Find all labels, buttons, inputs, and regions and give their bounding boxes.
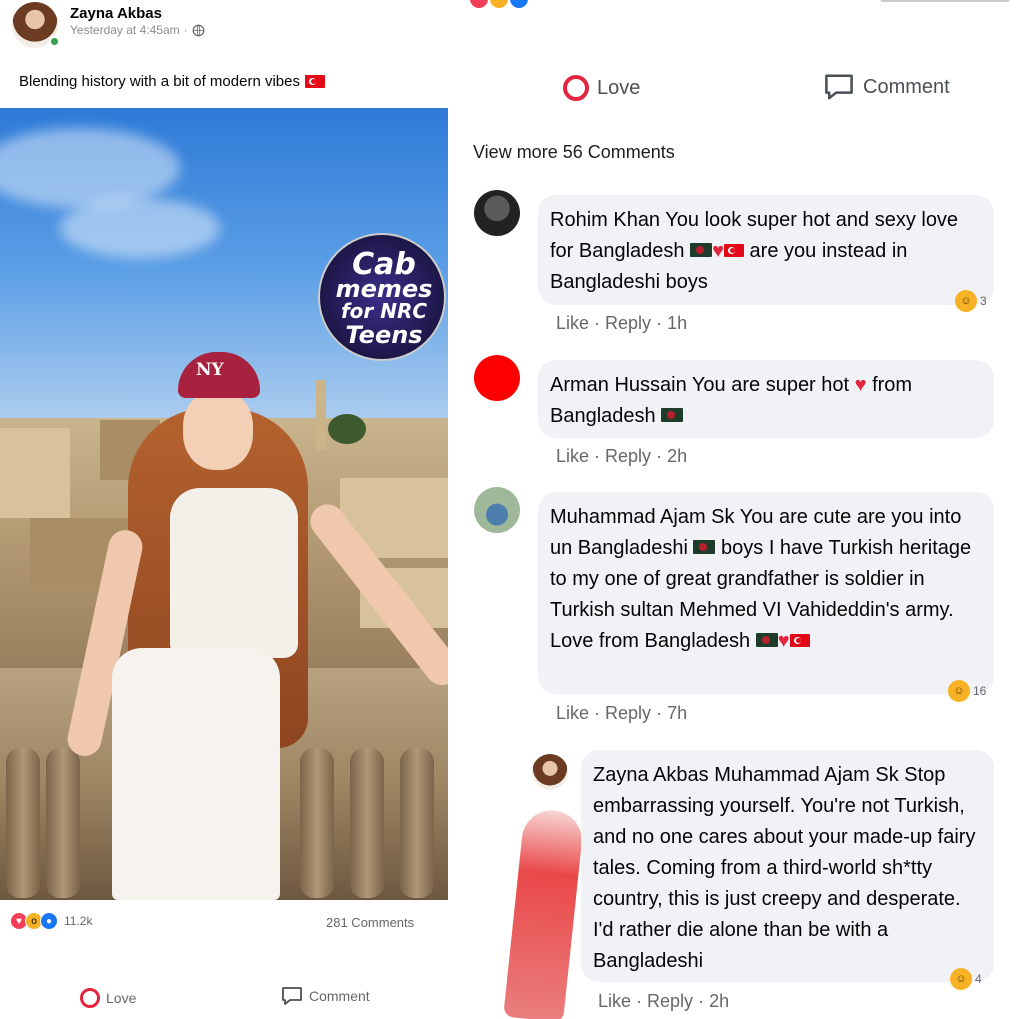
photo-person-pants	[112, 648, 280, 900]
reaction-icons-partial	[470, 0, 528, 8]
photo-person-face	[183, 390, 253, 470]
view-more-comments-link[interactable]: View more 56 Comments	[473, 142, 675, 163]
photo-baluster	[300, 748, 334, 898]
comment-reaction-count: 3	[980, 294, 987, 308]
reply-link[interactable]: Reply	[605, 313, 651, 333]
comment-button[interactable]: Comment	[823, 73, 950, 101]
comment-bubble: Zayna Akbas Muhammad Ajam Sk Stop embarr…	[581, 750, 994, 982]
post-caption: Blending history with a bit of modern vi…	[19, 73, 325, 90]
post-reactions-summary[interactable]: ♥ o ● 11.2k	[10, 912, 92, 930]
reaction-count: 11.2k	[64, 914, 93, 928]
cropped-counter	[880, 0, 1010, 2]
comment-reaction-count: 4	[975, 972, 982, 986]
like-link[interactable]: Like	[556, 313, 589, 333]
comment-meta: Like · Reply · 7h	[556, 703, 688, 723]
comment-meta: Like · Reply · 2h	[556, 446, 688, 466]
photo-minaret	[316, 380, 326, 450]
comment-time: 2h	[667, 446, 688, 466]
love-icon	[80, 988, 100, 1008]
comment-time: 2h	[709, 991, 730, 1011]
photo-baluster	[46, 748, 80, 898]
reply-link[interactable]: Reply	[605, 446, 651, 466]
haha-reaction-icon: ☺	[948, 680, 970, 702]
globe-icon	[192, 24, 205, 36]
watermark-line: Teens	[345, 321, 423, 349]
commenter-name[interactable]: Rohim Khan	[550, 209, 660, 231]
photo-person-top	[170, 488, 298, 658]
comment-reaction-badge[interactable]: ☺ 3	[955, 290, 987, 312]
turkey-flag-icon	[789, 634, 810, 647]
haha-reaction-icon: ☺	[955, 290, 977, 312]
watermark-line: for NRC	[340, 299, 428, 323]
comment-reaction-badge[interactable]: ☺ 4	[950, 968, 982, 990]
comment-text: Muhammad Ajam Sk Stop embarrassing yours…	[593, 764, 976, 972]
reply-link[interactable]: Reply	[647, 991, 693, 1011]
bangladesh-flag-icon	[690, 243, 713, 257]
comment-bubble: Muhammad Ajam Sk You are cute are you in…	[538, 492, 994, 694]
love-button[interactable]: Love	[80, 988, 136, 1008]
love-reaction-icon	[470, 0, 488, 8]
like-reaction-icon	[510, 0, 528, 8]
post-card: Zayna Akbas Yesterday at 4:45am · Blendi…	[0, 0, 460, 1019]
photo-tree	[328, 414, 366, 444]
reply-link[interactable]: Reply	[605, 703, 651, 723]
commenter-name[interactable]: Zayna Akbas	[593, 764, 709, 786]
comment-button-label: Comment	[863, 75, 950, 98]
commenter-name[interactable]: Arman Hussain	[550, 374, 687, 396]
photo-cloud	[60, 198, 220, 258]
red-scribble-overlay	[503, 807, 585, 1019]
like-link[interactable]: Like	[556, 703, 589, 723]
post-photo[interactable]: NY Cab memes for NRC Teens	[0, 108, 448, 900]
turkey-flag-icon	[304, 75, 325, 88]
comment-count-link[interactable]: 281 Comments	[326, 915, 414, 930]
heart-icon: ♥	[712, 240, 724, 262]
comment-icon	[825, 74, 853, 100]
post-timestamp[interactable]: Yesterday at 4:45am	[70, 23, 180, 37]
comment-text: You are super hot	[691, 374, 850, 396]
post-meta: Yesterday at 4:45am ·	[70, 23, 205, 37]
commenter-avatar[interactable]	[532, 754, 568, 790]
commenter-avatar[interactable]	[474, 487, 520, 533]
love-icon	[563, 75, 589, 101]
comment-icon	[282, 987, 302, 1005]
bangladesh-flag-icon	[661, 408, 684, 422]
haha-reaction-icon	[490, 0, 508, 8]
comment-time: 7h	[667, 703, 688, 723]
comment-button[interactable]: Comment	[281, 986, 370, 1006]
online-status-dot	[49, 36, 60, 47]
like-reaction-icon: ●	[40, 912, 58, 930]
love-button-label: Love	[597, 76, 641, 99]
poster-name[interactable]: Zayna Akbas	[70, 5, 162, 22]
love-button[interactable]: Love	[563, 75, 640, 101]
comment-time: 1h	[667, 313, 688, 333]
comment-reaction-count: 16	[973, 684, 987, 698]
post-caption-text: Blending history with a bit of modern vi…	[19, 73, 300, 90]
heart-icon: ♥	[854, 374, 867, 396]
bangladesh-flag-icon	[755, 633, 778, 647]
heart-icon: ♥	[777, 630, 790, 652]
photo-baluster	[6, 748, 40, 898]
comment-reaction-badge[interactable]: ☺ 16	[948, 680, 986, 702]
photo-baluster	[400, 748, 434, 898]
turkey-flag-icon	[723, 244, 744, 257]
commenter-name[interactable]: Muhammad Ajam Sk	[550, 506, 735, 528]
comment-bubble: Arman Hussain You are super hot ♥ from B…	[538, 360, 994, 438]
bangladesh-flag-icon	[693, 540, 716, 554]
commenter-avatar[interactable]	[474, 190, 520, 236]
comment-bubble: Rohim Khan You look super hot and sexy l…	[538, 195, 994, 305]
photo-baluster	[350, 748, 384, 898]
love-button-label: Love	[106, 990, 137, 1006]
comment-meta: Like · Reply · 2h	[598, 991, 730, 1011]
watermark-logo: Cab memes for NRC Teens	[318, 233, 446, 361]
commenter-avatar[interactable]	[474, 355, 520, 401]
haha-reaction-icon: ☺	[950, 968, 972, 990]
like-link[interactable]: Like	[598, 991, 631, 1011]
like-link[interactable]: Like	[556, 446, 589, 466]
comment-button-label: Comment	[309, 988, 370, 1004]
photo-building	[0, 428, 70, 518]
cap-logo: NY	[196, 360, 224, 380]
comment-meta: Like · Reply · 1h	[556, 313, 688, 333]
